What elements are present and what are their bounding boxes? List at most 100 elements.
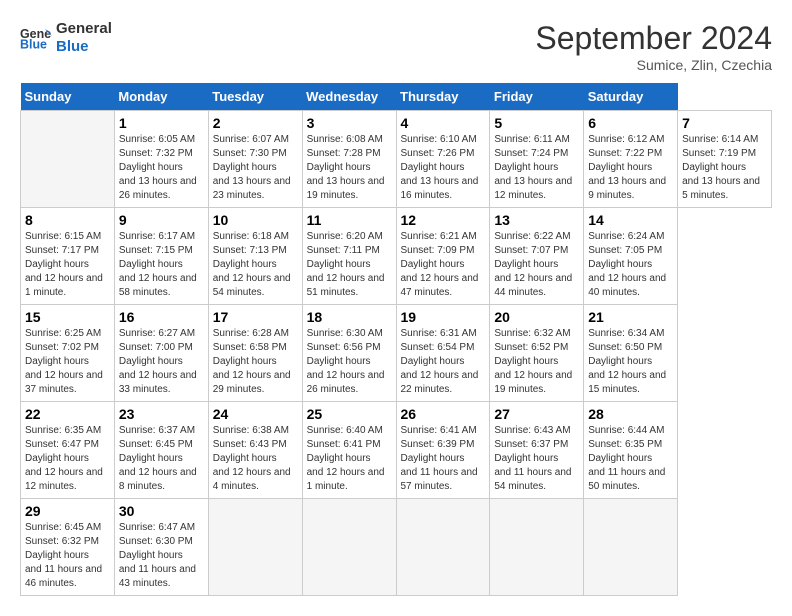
calendar-cell: 22 Sunrise: 6:35 AMSunset: 6:47 PMDaylig…: [21, 402, 115, 499]
day-info: Sunrise: 6:21 AMSunset: 7:09 PMDaylight …: [401, 230, 486, 300]
calendar-cell: 7 Sunrise: 6:14 AMSunset: 7:19 PMDayligh…: [678, 111, 772, 208]
day-info: Sunrise: 6:44 AMSunset: 6:35 PMDaylight …: [588, 424, 673, 494]
calendar-cell: 26 Sunrise: 6:41 AMSunset: 6:39 PMDaylig…: [396, 402, 490, 499]
calendar-cell: 3 Sunrise: 6:08 AMSunset: 7:28 PMDayligh…: [302, 111, 396, 208]
day-number: 16: [119, 309, 204, 325]
day-number: 26: [401, 406, 486, 422]
logo-blue: Blue: [56, 38, 112, 56]
calendar-cell: 15 Sunrise: 6:25 AMSunset: 7:02 PMDaylig…: [21, 305, 115, 402]
day-info: Sunrise: 6:45 AMSunset: 6:32 PMDaylight …: [25, 521, 110, 591]
day-info: Sunrise: 6:15 AMSunset: 7:17 PMDaylight …: [25, 230, 110, 300]
day-info: Sunrise: 6:08 AMSunset: 7:28 PMDaylight …: [307, 133, 392, 203]
col-header-friday: Friday: [490, 83, 584, 111]
col-header-monday: Monday: [114, 83, 208, 111]
day-info: Sunrise: 6:12 AMSunset: 7:22 PMDaylight …: [588, 133, 673, 203]
calendar-cell: 23 Sunrise: 6:37 AMSunset: 6:45 PMDaylig…: [114, 402, 208, 499]
calendar-cell: [490, 499, 584, 596]
calendar-cell: 10 Sunrise: 6:18 AMSunset: 7:13 PMDaylig…: [208, 208, 302, 305]
day-number: 28: [588, 406, 673, 422]
col-header-thursday: Thursday: [396, 83, 490, 111]
calendar-cell: 11 Sunrise: 6:20 AMSunset: 7:11 PMDaylig…: [302, 208, 396, 305]
col-header-sunday: Sunday: [21, 83, 115, 111]
calendar-cell: 30 Sunrise: 6:47 AMSunset: 6:30 PMDaylig…: [114, 499, 208, 596]
day-number: 13: [494, 212, 579, 228]
day-number: 14: [588, 212, 673, 228]
day-info: Sunrise: 6:22 AMSunset: 7:07 PMDaylight …: [494, 230, 579, 300]
day-number: 2: [213, 115, 298, 131]
calendar-cell: 20 Sunrise: 6:32 AMSunset: 6:52 PMDaylig…: [490, 305, 584, 402]
day-number: 11: [307, 212, 392, 228]
calendar-cell: [396, 499, 490, 596]
col-header-saturday: Saturday: [584, 83, 678, 111]
day-info: Sunrise: 6:35 AMSunset: 6:47 PMDaylight …: [25, 424, 110, 494]
day-info: Sunrise: 6:05 AMSunset: 7:32 PMDaylight …: [119, 133, 204, 203]
day-number: 29: [25, 503, 110, 519]
col-header-wednesday: Wednesday: [302, 83, 396, 111]
calendar-cell: 27 Sunrise: 6:43 AMSunset: 6:37 PMDaylig…: [490, 402, 584, 499]
day-number: 5: [494, 115, 579, 131]
day-info: Sunrise: 6:20 AMSunset: 7:11 PMDaylight …: [307, 230, 392, 300]
day-info: Sunrise: 6:41 AMSunset: 6:39 PMDaylight …: [401, 424, 486, 494]
day-info: Sunrise: 6:30 AMSunset: 6:56 PMDaylight …: [307, 327, 392, 397]
calendar-cell: 13 Sunrise: 6:22 AMSunset: 7:07 PMDaylig…: [490, 208, 584, 305]
day-number: 10: [213, 212, 298, 228]
week-row-1: 1 Sunrise: 6:05 AMSunset: 7:32 PMDayligh…: [21, 111, 772, 208]
day-number: 1: [119, 115, 204, 131]
day-number: 4: [401, 115, 486, 131]
day-info: Sunrise: 6:14 AMSunset: 7:19 PMDaylight …: [682, 133, 767, 203]
week-row-3: 15 Sunrise: 6:25 AMSunset: 7:02 PMDaylig…: [21, 305, 772, 402]
calendar-cell: 8 Sunrise: 6:15 AMSunset: 7:17 PMDayligh…: [21, 208, 115, 305]
day-info: Sunrise: 6:40 AMSunset: 6:41 PMDaylight …: [307, 424, 392, 494]
calendar-cell: 29 Sunrise: 6:45 AMSunset: 6:32 PMDaylig…: [21, 499, 115, 596]
calendar-cell: 2 Sunrise: 6:07 AMSunset: 7:30 PMDayligh…: [208, 111, 302, 208]
calendar-cell: 12 Sunrise: 6:21 AMSunset: 7:09 PMDaylig…: [396, 208, 490, 305]
calendar-cell: 21 Sunrise: 6:34 AMSunset: 6:50 PMDaylig…: [584, 305, 678, 402]
day-number: 30: [119, 503, 204, 519]
calendar-cell: 19 Sunrise: 6:31 AMSunset: 6:54 PMDaylig…: [396, 305, 490, 402]
day-number: 18: [307, 309, 392, 325]
week-row-5: 29 Sunrise: 6:45 AMSunset: 6:32 PMDaylig…: [21, 499, 772, 596]
day-info: Sunrise: 6:28 AMSunset: 6:58 PMDaylight …: [213, 327, 298, 397]
day-info: Sunrise: 6:07 AMSunset: 7:30 PMDaylight …: [213, 133, 298, 203]
day-number: 3: [307, 115, 392, 131]
logo: General Blue General Blue: [20, 20, 112, 56]
day-info: Sunrise: 6:24 AMSunset: 7:05 PMDaylight …: [588, 230, 673, 300]
day-number: 6: [588, 115, 673, 131]
calendar-cell: [584, 499, 678, 596]
calendar-cell: [302, 499, 396, 596]
day-info: Sunrise: 6:47 AMSunset: 6:30 PMDaylight …: [119, 521, 204, 591]
day-number: 19: [401, 309, 486, 325]
day-info: Sunrise: 6:37 AMSunset: 6:45 PMDaylight …: [119, 424, 204, 494]
day-info: Sunrise: 6:27 AMSunset: 7:00 PMDaylight …: [119, 327, 204, 397]
day-info: Sunrise: 6:10 AMSunset: 7:26 PMDaylight …: [401, 133, 486, 203]
day-number: 24: [213, 406, 298, 422]
day-number: 27: [494, 406, 579, 422]
day-number: 17: [213, 309, 298, 325]
day-info: Sunrise: 6:38 AMSunset: 6:43 PMDaylight …: [213, 424, 298, 494]
day-info: Sunrise: 6:25 AMSunset: 7:02 PMDaylight …: [25, 327, 110, 397]
col-header-tuesday: Tuesday: [208, 83, 302, 111]
month-title: September 2024: [535, 20, 772, 57]
day-number: 8: [25, 212, 110, 228]
calendar-table: SundayMondayTuesdayWednesdayThursdayFrid…: [20, 83, 772, 596]
empty-cell: [21, 111, 115, 208]
calendar-cell: 18 Sunrise: 6:30 AMSunset: 6:56 PMDaylig…: [302, 305, 396, 402]
day-info: Sunrise: 6:43 AMSunset: 6:37 PMDaylight …: [494, 424, 579, 494]
week-row-4: 22 Sunrise: 6:35 AMSunset: 6:47 PMDaylig…: [21, 402, 772, 499]
day-number: 25: [307, 406, 392, 422]
calendar-cell: 25 Sunrise: 6:40 AMSunset: 6:41 PMDaylig…: [302, 402, 396, 499]
calendar-cell: 9 Sunrise: 6:17 AMSunset: 7:15 PMDayligh…: [114, 208, 208, 305]
calendar-cell: [208, 499, 302, 596]
day-info: Sunrise: 6:18 AMSunset: 7:13 PMDaylight …: [213, 230, 298, 300]
day-number: 21: [588, 309, 673, 325]
calendar-cell: 5 Sunrise: 6:11 AMSunset: 7:24 PMDayligh…: [490, 111, 584, 208]
calendar-body: 1 Sunrise: 6:05 AMSunset: 7:32 PMDayligh…: [21, 111, 772, 596]
week-row-2: 8 Sunrise: 6:15 AMSunset: 7:17 PMDayligh…: [21, 208, 772, 305]
day-number: 9: [119, 212, 204, 228]
day-info: Sunrise: 6:11 AMSunset: 7:24 PMDaylight …: [494, 133, 579, 203]
day-number: 23: [119, 406, 204, 422]
calendar-cell: 14 Sunrise: 6:24 AMSunset: 7:05 PMDaylig…: [584, 208, 678, 305]
location-subtitle: Sumice, Zlin, Czechia: [535, 57, 772, 73]
day-number: 22: [25, 406, 110, 422]
calendar-cell: 17 Sunrise: 6:28 AMSunset: 6:58 PMDaylig…: [208, 305, 302, 402]
